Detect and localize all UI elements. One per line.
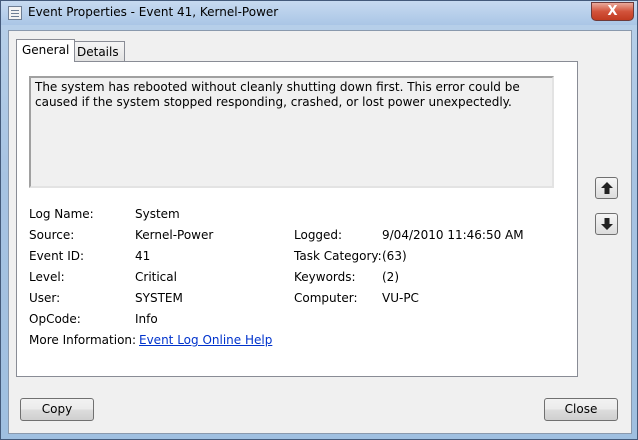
more-information-label: More Information: xyxy=(29,333,137,347)
level-label: Level: xyxy=(29,270,65,284)
event-log-online-help-link[interactable]: Event Log Online Help xyxy=(139,333,272,347)
source-label: Source: xyxy=(29,228,75,242)
window-close-button[interactable]: X xyxy=(591,2,634,21)
tab-details[interactable]: Details xyxy=(71,41,125,61)
next-event-button[interactable] xyxy=(595,213,618,235)
computer-label: Computer: xyxy=(294,291,358,305)
dialog-body: General Details The system has rebooted … xyxy=(8,30,632,434)
user-value: SYSTEM xyxy=(135,291,183,305)
log-name-label: Log Name: xyxy=(29,207,94,221)
tab-general[interactable]: General xyxy=(16,39,76,62)
event-id-value: 41 xyxy=(135,249,151,263)
logged-label: Logged: xyxy=(294,228,343,242)
log-name-value: System xyxy=(135,207,180,221)
close-button[interactable]: Close xyxy=(544,398,618,421)
level-value: Critical xyxy=(135,270,177,284)
event-properties-window: Event Properties - Event 41, Kernel-Powe… xyxy=(0,0,638,440)
event-description[interactable]: The system has rebooted without cleanly … xyxy=(29,76,554,188)
opcode-label: OpCode: xyxy=(29,312,81,326)
task-category-label: Task Category: xyxy=(294,249,382,263)
general-tab-panel: The system has rebooted without cleanly … xyxy=(16,61,578,377)
logged-value: 9/04/2010 11:46:50 AM xyxy=(382,228,524,242)
opcode-value: Info xyxy=(135,312,158,326)
window-title: Event Properties - Event 41, Kernel-Powe… xyxy=(28,5,279,19)
keywords-value: (2) xyxy=(382,270,399,284)
user-label: User: xyxy=(29,291,61,305)
previous-event-button[interactable] xyxy=(595,177,618,199)
event-viewer-icon xyxy=(8,6,22,20)
arrow-down-icon xyxy=(601,218,613,230)
source-value: Kernel-Power xyxy=(135,228,214,242)
computer-value: VU-PC xyxy=(382,291,419,305)
event-id-label: Event ID: xyxy=(29,249,85,263)
arrow-up-icon xyxy=(601,182,613,194)
copy-button[interactable]: Copy xyxy=(20,398,94,421)
title-bar[interactable]: Event Properties - Event 41, Kernel-Powe… xyxy=(1,1,637,25)
task-category-value: (63) xyxy=(382,249,407,263)
keywords-label: Keywords: xyxy=(294,270,356,284)
